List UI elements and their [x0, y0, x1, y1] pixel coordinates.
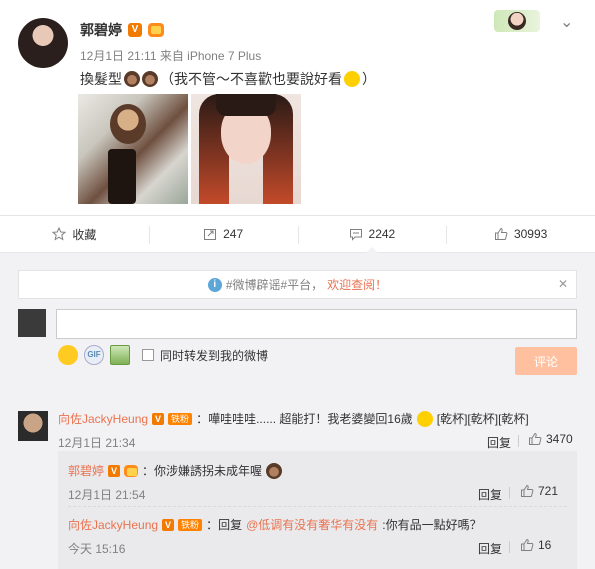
author-name-row: 郭碧婷 V [80, 20, 164, 40]
reply-thread: 郭碧婷 V ：你涉嫌誘拐未成年喔 12月1日 21:54 回复 721 向佐Ja… [58, 451, 577, 569]
thumbs-up-icon [529, 432, 542, 445]
close-icon[interactable]: ✕ [558, 277, 568, 291]
comment-content: 向佐JackyHeung V 铁粉 ：嘩哇哇哇...... 超能打！我老婆變回1… [58, 410, 529, 427]
author-name[interactable]: 郭碧婷 [80, 20, 122, 40]
image-icon[interactable] [110, 345, 130, 365]
divider [509, 541, 510, 553]
verified-icon: V [162, 518, 175, 531]
monkey-emoji-icon [142, 71, 158, 87]
repost-checkbox-label: 同时转发到我的微博 [160, 348, 269, 363]
post-text-after: （我不管～不喜歡也要說好看 [160, 71, 342, 87]
my-avatar [18, 309, 46, 337]
rumor-notice-banner[interactable]: i #微博辟谣#平台， 欢迎查阅！ ✕ [18, 270, 577, 299]
grin-emoji-icon [416, 410, 433, 427]
author-avatar[interactable] [18, 18, 68, 68]
info-icon: i [207, 277, 222, 292]
reply-time: 12月1日 21:54 [68, 488, 146, 502]
favorite-label: 收藏 [72, 227, 97, 242]
favorite-button[interactable]: 收藏 [0, 216, 149, 252]
divider [509, 487, 510, 499]
monkey-emoji-icon [124, 71, 140, 87]
comment-suffix: [乾杯][乾杯][乾杯] [436, 412, 529, 426]
fan-badge: 铁粉 [178, 518, 203, 531]
reply-text-prefix: ：回复 [206, 518, 243, 532]
photo-monkey-figure [110, 104, 146, 144]
notice-link[interactable]: 欢迎查阅！ [327, 276, 387, 293]
reply-link[interactable]: 回复 [487, 434, 511, 451]
reply-like-count: 721 [538, 484, 559, 498]
comment-like-count: 3470 [546, 432, 573, 446]
like-count: 30993 [513, 227, 548, 241]
verified-icon: V [152, 412, 165, 425]
photo-bangs [216, 94, 276, 116]
repost-count: 247 [223, 227, 244, 241]
reply-content: 向佐JackyHeung V 铁粉 ：回复 @低调有没有奢华有没有 :你有品一點… [68, 516, 482, 533]
repost-checkbox[interactable] [142, 349, 154, 361]
gif-icon[interactable]: GIF [84, 345, 104, 365]
reply-text-suffix: :你有品一點好嗎？ [382, 518, 482, 532]
reply-time: 今天 15:16 [68, 542, 126, 556]
composer-toolbar: GIF 同时转发到我的微博 [58, 345, 268, 365]
comment-username[interactable]: 向佐JackyHeung [58, 410, 148, 427]
post-meta: 12月1日 21:11 来自 iPhone 7 Plus [80, 49, 262, 63]
verified-icon: V [108, 464, 121, 477]
thumbs-up-icon [494, 227, 508, 240]
post-photo-2[interactable] [191, 94, 301, 204]
divider [518, 435, 519, 447]
photo-hair-figure [108, 149, 136, 204]
reply-link[interactable]: 回复 [478, 540, 502, 557]
monkey-emoji-icon [266, 462, 283, 479]
verified-icon[interactable]: V [128, 23, 142, 37]
yum-emoji-icon [344, 71, 360, 87]
reply-content: 郭碧婷 V ：你涉嫌誘拐未成年喔 [68, 462, 283, 479]
star-icon [52, 227, 67, 241]
comment-like-button[interactable]: 3470 [528, 432, 573, 446]
weibo-post: 郭碧婷 V 12月1日 21:11 来自 iPhone 7 Plus 換髮型 （… [0, 0, 595, 215]
card-decoration-avatar [494, 10, 540, 32]
comment-input[interactable] [56, 309, 577, 339]
reply-username[interactable]: 向佐JackyHeung [68, 516, 158, 533]
reply-text: ：你涉嫌誘拐未成年喔 [142, 464, 263, 478]
reply-like-button[interactable]: 16 [520, 538, 551, 552]
mention-link[interactable]: @低调有没有奢华有没有 [246, 516, 378, 533]
reply-like-button[interactable]: 721 [520, 484, 558, 498]
reply-divider [68, 506, 567, 507]
member-crown-icon [124, 464, 139, 477]
fan-badge: 铁粉 [168, 412, 193, 425]
post-text-before: 換髮型 [80, 71, 122, 87]
post-action-bar: 收藏 247 2242 30993 [0, 215, 595, 253]
thumbs-up-icon [521, 484, 534, 497]
like-button[interactable]: 30993 [446, 216, 595, 252]
comment-count: 2242 [368, 227, 396, 241]
reply-username[interactable]: 郭碧婷 [68, 462, 104, 479]
comment-icon [349, 229, 362, 241]
decoration-face [508, 12, 526, 30]
submit-comment-button[interactable]: 评论 [515, 347, 577, 375]
notice-prefix: #微博辟谣#平台， [225, 278, 324, 292]
repost-icon [204, 229, 217, 240]
comment-section: i #微博辟谣#平台， 欢迎查阅！ ✕ GIF 同时转发到我的微博 评论 向佐J… [0, 253, 595, 569]
reply-like-count: 16 [538, 538, 552, 552]
comment-text: ：嘩哇哇哇...... 超能打！我老婆變回16歲 [196, 412, 413, 426]
reply-link[interactable]: 回复 [478, 486, 502, 503]
member-crown-icon[interactable] [148, 23, 164, 37]
post-text: 換髮型 （我不管～不喜歡也要說好看 ） [80, 69, 376, 89]
post-photo-1[interactable] [78, 94, 188, 204]
repost-button[interactable]: 247 [148, 216, 298, 252]
emoji-icon[interactable] [58, 345, 78, 365]
commenter-avatar[interactable] [18, 411, 48, 441]
comment-time: 12月1日 21:34 [58, 436, 136, 450]
comment-button[interactable]: 2242 [297, 216, 447, 252]
thumbs-up-icon [521, 538, 534, 551]
chevron-down-icon[interactable]: ⌄ [560, 12, 573, 32]
post-text-end: ） [362, 71, 376, 87]
